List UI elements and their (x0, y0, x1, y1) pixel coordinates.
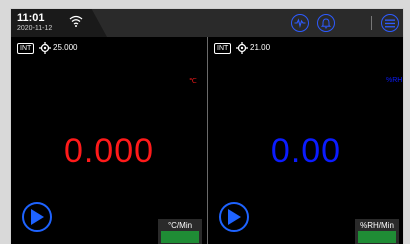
temperature-setpoint[interactable]: 25.000 (53, 43, 77, 52)
alarm-button[interactable] (317, 14, 335, 32)
temperature-unit: ℃ (189, 78, 197, 85)
status-bar: 11:01 2020-11-12 (11, 9, 403, 37)
controller-screen: 11:01 2020-11-12 INT 25.000 ℃ 0.000 °C/M… (10, 8, 404, 244)
mode-badge: INT (214, 43, 232, 54)
humidity-rate-unit: %RH/Min (360, 221, 394, 230)
setpoint-target-icon (39, 42, 51, 54)
alarm-bell-icon (321, 17, 331, 28)
play-button[interactable] (219, 202, 249, 232)
mode-badge: INT (17, 43, 35, 54)
setpoint-target-icon (236, 42, 248, 54)
waveform-icon (294, 18, 306, 28)
humidity-unit: %RH (386, 77, 403, 84)
humidity-rate-box[interactable]: %RH/Min (355, 219, 399, 244)
menu-button[interactable] (381, 14, 399, 32)
temperature-rate-unit: °C/Min (167, 221, 193, 230)
temperature-value: 0.000 (63, 132, 155, 170)
status-bar-divider (371, 16, 372, 30)
humidity-value: 0.00 (270, 132, 342, 170)
humidity-panel: INT 21.00 %RH 0.00 %RH/Min (208, 37, 403, 244)
play-icon (228, 209, 241, 225)
waveform-button[interactable] (291, 14, 309, 32)
temperature-rate-indicator (161, 231, 199, 243)
temperature-panel: INT 25.000 ℃ 0.000 °C/Min (11, 37, 207, 244)
clock-date: 2020-11-12 (17, 25, 53, 32)
play-button[interactable] (22, 202, 52, 232)
wifi-icon (69, 15, 83, 27)
temperature-rate-box[interactable]: °C/Min (158, 219, 202, 244)
humidity-setpoint[interactable]: 21.00 (250, 43, 270, 52)
menu-icon (385, 19, 395, 27)
clock-time: 11:01 (17, 12, 45, 24)
humidity-rate-indicator (358, 231, 396, 243)
play-icon (31, 209, 44, 225)
